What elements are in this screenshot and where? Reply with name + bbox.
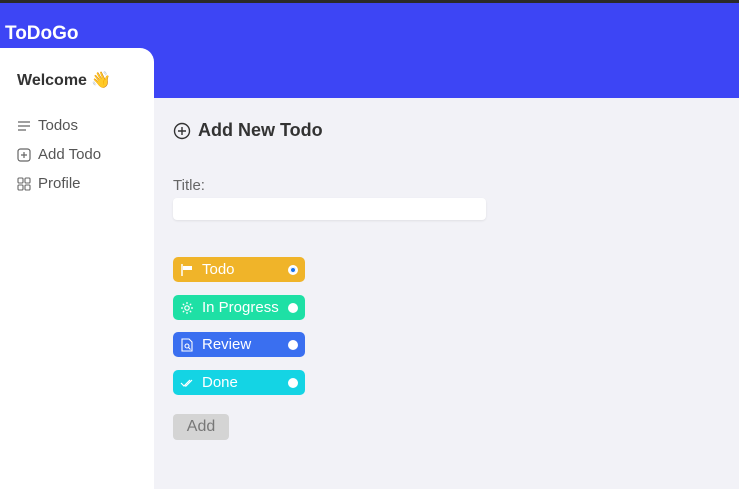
app-brand[interactable]: ToDoGo <box>5 23 79 45</box>
sidebar-item-label: Add Todo <box>38 146 102 163</box>
plus-circle-icon <box>173 122 191 139</box>
double-check-icon <box>180 379 193 387</box>
status-radio-in-progress[interactable] <box>288 303 298 313</box>
status-label: Done <box>202 374 238 391</box>
gear-icon <box>181 301 193 314</box>
page-title: Add New Todo <box>173 120 323 141</box>
status-option-done[interactable]: Done <box>173 370 305 395</box>
status-label: Todo <box>202 261 235 278</box>
status-radio-review[interactable] <box>288 340 298 350</box>
status-radio-todo[interactable] <box>288 265 298 275</box>
sidebar-item-label: Todos <box>38 117 79 134</box>
status-option-review[interactable]: Review <box>173 332 305 357</box>
main-content: Add New Todo Title: Todo In Progress Rev… <box>154 98 739 489</box>
status-label: Review <box>202 336 252 353</box>
status-label: In Progress <box>202 299 279 316</box>
review-icon <box>181 337 193 352</box>
sidebar-item-profile[interactable]: Profile <box>17 175 81 192</box>
add-button[interactable]: Add <box>173 414 229 440</box>
grid-icon <box>17 176 31 191</box>
page-title-text: Add New Todo <box>198 120 323 140</box>
status-option-todo[interactable]: Todo <box>173 257 305 282</box>
status-option-in-progress[interactable]: In Progress <box>173 295 305 320</box>
welcome-heading: Welcome 👋 <box>17 72 112 89</box>
sidebar-item-label: Profile <box>38 175 81 192</box>
plus-square-icon <box>17 147 31 162</box>
list-icon <box>18 120 30 131</box>
title-input[interactable] <box>173 198 486 220</box>
title-label: Title: <box>173 177 205 194</box>
sidebar-item-todos[interactable]: Todos <box>17 117 78 134</box>
sidebar-item-add-todo[interactable]: Add Todo <box>17 146 101 163</box>
sidebar: Welcome 👋 Todos Add Todo Profile <box>0 48 154 489</box>
status-radio-done[interactable] <box>288 378 298 388</box>
flag-icon <box>181 263 192 276</box>
